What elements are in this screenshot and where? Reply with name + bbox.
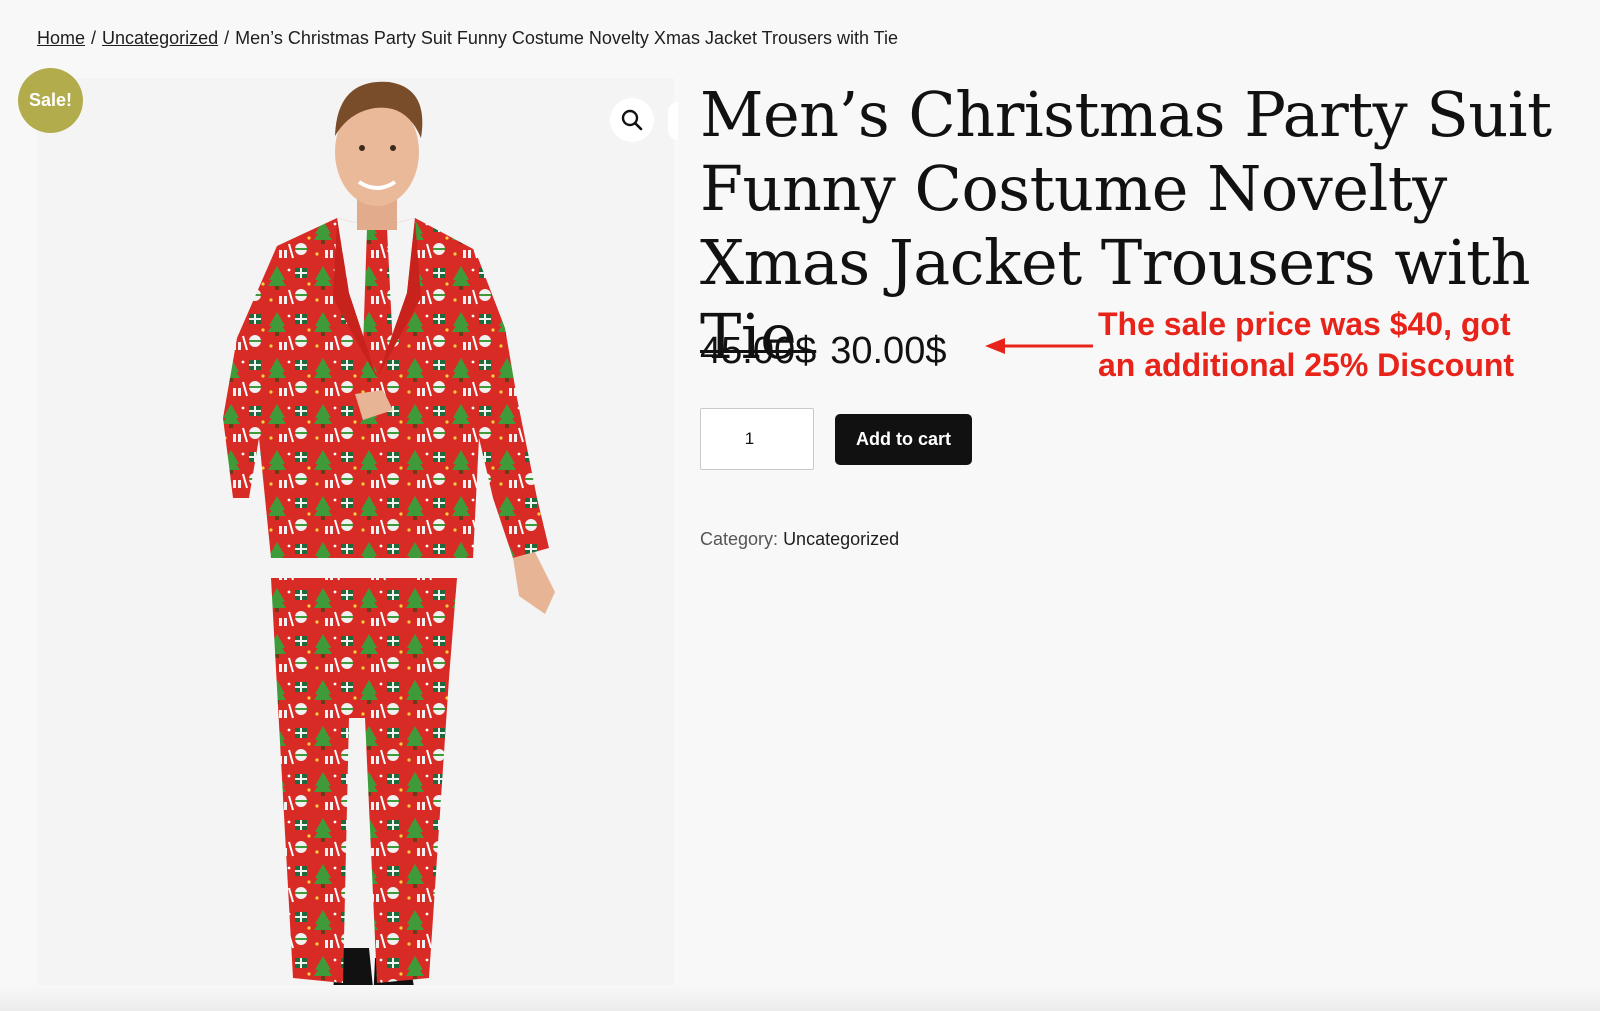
breadcrumb-home-link[interactable]: Home: [37, 28, 85, 48]
breadcrumb-separator: /: [91, 28, 97, 48]
bottom-divider: [0, 985, 1600, 1011]
add-to-cart-button[interactable]: Add to cart: [835, 414, 972, 465]
category-label: Category:: [700, 529, 779, 549]
search-icon: [621, 109, 643, 131]
sale-badge: Sale!: [18, 68, 83, 133]
arrow-icon: [985, 338, 1093, 354]
quantity-input[interactable]: [700, 408, 814, 470]
breadcrumb: Home / Uncategorized / Men’s Christmas Party…: [37, 28, 898, 49]
product-price: 45.00$ 30.00$: [700, 330, 946, 373]
sale-price: 30.00$: [830, 330, 947, 372]
category-link[interactable]: Uncategorized: [783, 529, 899, 549]
annotation-line: The sale price was $40, got: [1098, 306, 1511, 342]
annotation-line: an additional 25% Discount: [1098, 347, 1515, 383]
regular-price: 45.00$: [700, 330, 817, 372]
gallery-next-control[interactable]: [668, 102, 678, 140]
breadcrumb-current: Men’s Christmas Party Suit Funny Costume…: [235, 28, 899, 48]
breadcrumb-separator: /: [224, 28, 230, 48]
product-gallery[interactable]: [37, 78, 674, 1011]
product-image[interactable]: [37, 78, 674, 1011]
product-meta: Category: Uncategorized: [700, 529, 899, 550]
breadcrumb-category-link[interactable]: Uncategorized: [102, 28, 218, 48]
discount-annotation: The sale price was $40, got an additiona…: [1098, 304, 1514, 386]
product-page: Home / Uncategorized / Men’s Christmas Party…: [0, 0, 1600, 1011]
zoom-button[interactable]: [610, 98, 654, 142]
